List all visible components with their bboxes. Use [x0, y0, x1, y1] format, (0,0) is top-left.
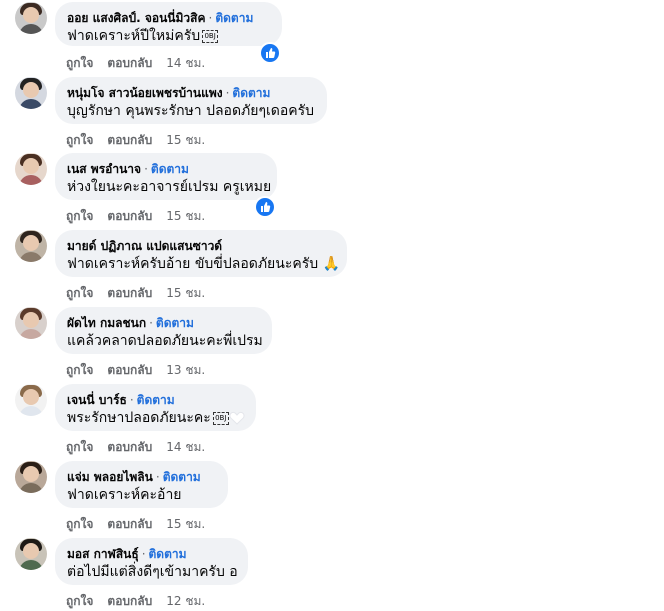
reply-button[interactable]: ตอบกลับ: [107, 517, 152, 531]
commenter-name[interactable]: มอส กาฬสินธุ์: [67, 547, 139, 561]
comment-actions: ถูกใจ ตอบกลับ 15 ชม.: [66, 284, 205, 303]
like-button[interactable]: ถูกใจ: [66, 363, 93, 377]
separator-dot: ·: [129, 393, 134, 407]
separator-dot: ·: [225, 86, 230, 100]
comment-bubble: เจนนี่ บาร์ธ · ติดตาม พระรักษาปลอดภัยนะคะ 0…: [55, 384, 256, 431]
comment-text: แคล้วคลาดปลอดภัยนะคะพี่เปรม: [67, 333, 263, 349]
like-button[interactable]: ถูกใจ: [66, 594, 93, 608]
comment-actions: ถูกใจ ตอบกลับ 12 ชม.: [66, 592, 205, 611]
follow-link[interactable]: ติดตาม: [151, 162, 189, 176]
reply-button[interactable]: ตอบกลับ: [107, 286, 152, 300]
avatar[interactable]: [15, 2, 47, 34]
like-button[interactable]: ถูกใจ: [66, 440, 93, 454]
like-button[interactable]: ถูกใจ: [66, 56, 93, 70]
comment-bubble: เนส พรอำนาจ · ติดตาม ห่วงใยนะคะอาจารย์เปรม…: [55, 153, 277, 200]
comment-bubble: หนุ่มโจ สาวน้อยเพชรบ้านแพง · ติดตาม บุญรัก…: [55, 77, 327, 124]
separator-dot: ·: [144, 162, 148, 176]
follow-link[interactable]: ติดตาม: [215, 11, 253, 25]
commenter-name[interactable]: เจนนี่ บาร์ธ: [67, 393, 127, 407]
timestamp[interactable]: 15 ชม.: [166, 133, 205, 147]
comment-text: บุญรักษา คุนพระรักษา ปลอดภัยๆเดอครับ: [67, 103, 315, 119]
avatar[interactable]: [15, 230, 47, 262]
emoji-placeholder: 0BJ: [212, 411, 229, 425]
avatar[interactable]: [15, 384, 47, 416]
timestamp[interactable]: 14 ชม.: [166, 440, 205, 454]
comment-text: ฟาดเคราะห์ปีใหม่ครับ 0BJ: [67, 27, 270, 46]
follow-link[interactable]: ติดตาม: [232, 86, 270, 100]
comment-text: ต่อไปมีแต่สิ่งดีๆเข้ามาครับ อ: [67, 564, 238, 580]
reply-button[interactable]: ตอบกลับ: [107, 440, 152, 454]
comment-actions: ถูกใจ ตอบกลับ 14 ชม.: [66, 54, 205, 73]
avatar[interactable]: [15, 77, 47, 109]
comment-bubble: แจ่ม พลอยไพลิน · ติดตาม ฟาดเคราะห์คะอ้าย: [55, 461, 228, 508]
like-button[interactable]: ถูกใจ: [66, 517, 93, 531]
follow-link[interactable]: ติดตาม: [137, 393, 175, 407]
heart-reaction-icon[interactable]: [229, 410, 245, 426]
avatar[interactable]: [15, 538, 47, 570]
like-reaction-icon[interactable]: [259, 42, 281, 64]
comment-bubble: มอส กาฬสินธุ์ · ติดตาม ต่อไปมีแต่สิ่งดีๆเข…: [55, 538, 248, 585]
comment-bubble: มายด์ ปฏิภาณ แปดแสนซาวด์ ฟาดเคราะห์ครับอ…: [55, 230, 347, 277]
comment-text: ฟาดเคราะห์ครับอ้าย ขับขี่ปลอดภัยนะครับ 🙏: [67, 256, 341, 272]
follow-link[interactable]: ติดตาม: [156, 316, 194, 330]
reply-button[interactable]: ตอบกลับ: [107, 133, 152, 147]
like-button[interactable]: ถูกใจ: [66, 286, 93, 300]
comment-actions: ถูกใจ ตอบกลับ 15 ชม.: [66, 515, 205, 534]
commenter-name[interactable]: มายด์ ปฏิภาณ แปดแสนซาวด์: [67, 239, 222, 253]
comment-text: พระรักษาปลอดภัยนะคะ 0BJ: [67, 409, 244, 428]
like-button[interactable]: ถูกใจ: [66, 133, 93, 147]
reply-button[interactable]: ตอบกลับ: [107, 209, 152, 223]
commenter-name[interactable]: แจ่ม พลอยไพลิน: [67, 470, 153, 484]
avatar[interactable]: [15, 461, 47, 493]
timestamp[interactable]: 15 ชม.: [166, 517, 205, 531]
separator-dot: ·: [141, 547, 146, 561]
timestamp[interactable]: 15 ชม.: [166, 286, 205, 300]
commenter-name[interactable]: เนส พรอำนาจ: [67, 162, 141, 176]
like-button[interactable]: ถูกใจ: [66, 209, 93, 223]
timestamp[interactable]: 15 ชม.: [166, 209, 205, 223]
reply-button[interactable]: ตอบกลับ: [107, 56, 152, 70]
comment-actions: ถูกใจ ตอบกลับ 15 ชม.: [66, 207, 205, 226]
reply-button[interactable]: ตอบกลับ: [107, 594, 152, 608]
commenter-name[interactable]: ผัดไท กมลชนก: [67, 316, 146, 330]
comment-text: ห่วงใยนะคะอาจารย์เปรม ครูเหมย: [67, 179, 272, 195]
timestamp[interactable]: 12 ชม.: [166, 594, 205, 608]
comment-actions: ถูกใจ ตอบกลับ 15 ชม.: [66, 131, 205, 150]
separator-dot: ·: [208, 11, 213, 25]
commenter-name[interactable]: หนุ่มโจ สาวน้อยเพชรบ้านแพง: [67, 86, 223, 100]
commenter-name[interactable]: ออย แสงศิลป์. จอนนี่มิวสิค: [67, 11, 206, 25]
timestamp[interactable]: 14 ชม.: [166, 56, 205, 70]
comment-actions: ถูกใจ ตอบกลับ 13 ชม.: [66, 361, 205, 380]
comment-bubble: ออย แสงศิลป์. จอนนี่มิวสิค · ติดตาม ฟาดเคร…: [55, 2, 282, 46]
timestamp[interactable]: 13 ชม.: [166, 363, 205, 377]
comment-text: ฟาดเคราะห์คะอ้าย: [67, 487, 182, 503]
separator-dot: ·: [155, 470, 160, 484]
like-reaction-icon[interactable]: [254, 196, 276, 218]
comment-actions: ถูกใจ ตอบกลับ 14 ชม.: [66, 438, 205, 457]
avatar[interactable]: [15, 153, 47, 185]
comment-bubble: ผัดไท กมลชนก · ติดตาม แคล้วคลาดปลอดภัยนะคะ…: [55, 307, 272, 354]
follow-link[interactable]: ติดตาม: [149, 547, 187, 561]
separator-dot: ·: [149, 316, 153, 330]
reply-button[interactable]: ตอบกลับ: [107, 363, 152, 377]
avatar[interactable]: [15, 307, 47, 339]
emoji-placeholder: 0BJ: [202, 29, 219, 43]
follow-link[interactable]: ติดตาม: [163, 470, 201, 484]
